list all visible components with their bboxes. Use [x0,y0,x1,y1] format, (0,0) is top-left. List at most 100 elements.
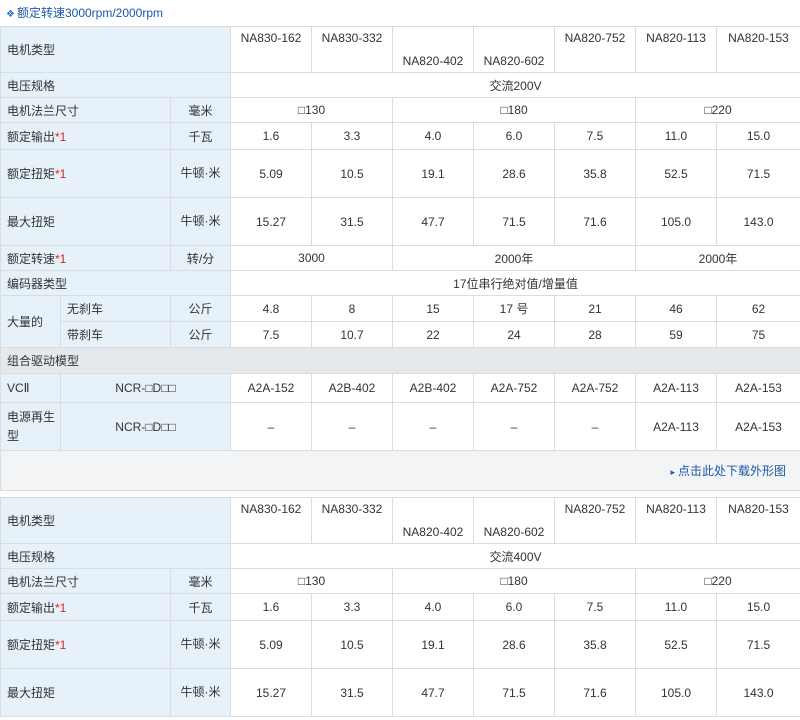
label-flange: 电机法兰尺寸 [0,568,171,594]
label-output-text: 额定输出 [7,129,56,144]
torque-value: 19.1 [392,620,474,669]
label-output: 额定输出*1 [0,122,171,150]
model-cell: NA820-752 [554,497,636,544]
max-torque-value: 71.6 [554,197,636,246]
torque-value: 71.5 [716,149,800,198]
mass-value: 10.7 [311,321,393,348]
row-encoder: 编码器类型 17位串行绝对值/增量值 [0,270,800,296]
row-voltage: 电压规格 交流400V [0,543,800,569]
unit-nm: 牛顿·米 [170,620,231,669]
torque-value: 52.5 [635,149,717,198]
label-speed: 额定转速*1 [0,245,171,271]
unit-mm: 毫米 [170,568,231,594]
drive-model: – [554,402,636,451]
footnote-mark: *1 [55,129,67,144]
section-title-text: 额定转速3000rpm/2000rpm [16,6,164,20]
output-value: 11.0 [635,122,717,150]
max-torque-value: 71.5 [473,668,555,717]
drive-model: – [473,402,555,451]
model-cell: NA820-402 [392,26,474,73]
torque-value: 52.5 [635,620,717,669]
label-regen: 电源再生型 [0,402,61,451]
mass-value: 28 [554,321,636,348]
unit-nm: 牛顿·米 [170,668,231,717]
output-value: 3.3 [311,593,393,621]
model-cell: NA820-752 [554,26,636,73]
label-motor-type: 电机类型 [0,497,231,544]
label-voltage: 电压规格 [0,72,231,98]
label-torque: 额定扭矩*1 [0,620,171,669]
label-encoder: 编码器类型 [0,270,231,296]
output-value: 7.5 [554,593,636,621]
label-output-text: 额定输出 [7,600,56,615]
speed-value: 2000年 [392,245,636,271]
mass-value: 8 [311,295,393,322]
model-cell: NA820-402 [392,497,474,544]
row-drive-regen: 电源再生型 NCR-□D□□ – – – – – A2A-113 A2A-153 [0,402,800,451]
spec-table-200v: 电机类型 NA830-162 NA830-332 NA820-402 NA820… [0,26,800,491]
output-value: 6.0 [473,122,555,150]
flange-value: □130 [230,97,393,123]
speed-value: 3000 [230,245,393,271]
model-cell: NA820-602 [473,26,555,73]
row-drive-group: 组合驱动模型 [0,347,800,374]
model-cell: NA820-113 [635,497,717,544]
mass-value: 21 [554,295,636,322]
row-mass-no-brake: 大量的 无刹车 公斤 4.8 8 15 17 号 21 46 62 [0,295,800,348]
drive-model: – [230,402,312,451]
model-cell: NA830-162 [230,26,312,73]
mass-value: 4.8 [230,295,312,322]
label-no-brake: 无刹车 [60,295,171,322]
drive-model: – [392,402,474,451]
drive-model: A2A-153 [716,373,800,403]
flange-value: □130 [230,568,393,594]
label-mass: 大量的 [0,295,61,348]
mass-value: 62 [716,295,800,322]
mass-value: 17 号 [473,295,555,322]
label-voltage: 电压规格 [0,543,231,569]
output-value: 15.0 [716,593,800,621]
row-motor-type: 电机类型 NA830-162 NA830-332 NA820-402 NA820… [0,497,800,544]
label-flange: 电机法兰尺寸 [0,97,171,123]
download-drawing-link[interactable]: 点击此处下载外形图 [678,464,786,478]
max-torque-value: 105.0 [635,668,717,717]
row-flange: 电机法兰尺寸 毫米 □130 □180 □220 [0,568,800,594]
mass-value: 46 [635,295,717,322]
label-torque-text: 额定扭矩 [7,167,56,181]
drive-model: A2A-152 [230,373,312,403]
mass-value: 24 [473,321,555,348]
unit-kw: 千瓦 [170,122,231,150]
row-motor-type: 电机类型 NA830-162 NA830-332 NA820-402 NA820… [0,26,800,73]
drive-model: A2B-402 [311,373,393,403]
footnote-mark: *1 [55,167,67,181]
model-cell: NA830-162 [230,497,312,544]
diamond-bullet-icon: ❖ [6,9,15,20]
torque-value: 28.6 [473,620,555,669]
download-cell: ▸ 点击此处下载外形图 [0,450,800,491]
torque-value: 10.5 [311,620,393,669]
unit-rpm: 转/分 [170,245,231,271]
footnote-mark: *1 [55,251,67,266]
output-value: 6.0 [473,593,555,621]
max-torque-value: 143.0 [716,668,800,717]
max-torque-value: 31.5 [311,197,393,246]
torque-value: 10.5 [311,149,393,198]
max-torque-value: 71.6 [554,668,636,717]
max-torque-value: 47.7 [392,197,474,246]
flange-value: □220 [635,568,800,594]
unit-nm: 牛顿·米 [170,149,231,198]
output-value: 1.6 [230,122,312,150]
torque-value: 5.09 [230,149,312,198]
label-vc2: VCⅡ [0,373,61,403]
max-torque-value: 71.5 [473,197,555,246]
output-value: 15.0 [716,122,800,150]
section-title: ❖ 额定转速3000rpm/2000rpm [0,0,800,26]
row-flange: 电机法兰尺寸 毫米 □130 □180 □220 [0,97,800,123]
drive-prefix: NCR-□D□□ [60,373,231,403]
torque-value: 28.6 [473,149,555,198]
row-voltage: 电压规格 交流200V [0,72,800,98]
torque-value: 71.5 [716,620,800,669]
output-value: 1.6 [230,593,312,621]
max-torque-value: 47.7 [392,668,474,717]
model-cell: NA820-113 [635,26,717,73]
